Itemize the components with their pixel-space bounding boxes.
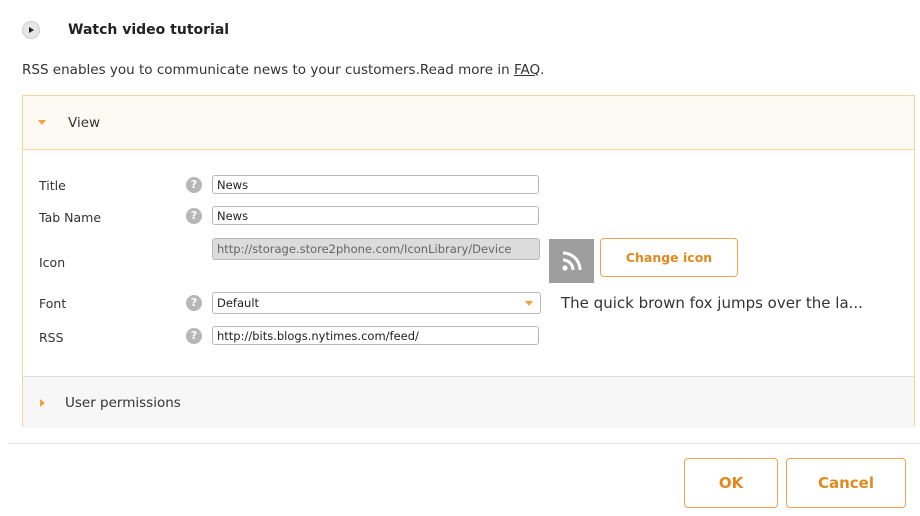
rss-url-input[interactable] — [212, 326, 539, 345]
video-tutorial-label[interactable]: Watch video tutorial — [68, 22, 229, 38]
help-icon[interactable]: ? — [186, 208, 202, 224]
rss-icon — [549, 239, 594, 283]
intro-sentence: RSS enables you to communicate news to y… — [22, 62, 514, 78]
icon-label: Icon — [39, 255, 66, 270]
settings-panel: View Title ? Tab Name ? Icon http://stor… — [22, 95, 915, 428]
intro-period: . — [540, 62, 545, 78]
font-select-value: Default — [217, 296, 260, 310]
intro-text: RSS enables you to communicate news to y… — [22, 62, 544, 78]
tab-name-label: Tab Name — [39, 210, 102, 225]
help-icon[interactable]: ? — [186, 295, 202, 311]
footer-divider — [8, 443, 920, 444]
help-icon[interactable]: ? — [186, 328, 202, 344]
help-icon[interactable]: ? — [186, 177, 202, 193]
view-section-header[interactable]: View — [23, 96, 914, 150]
tab-name-input[interactable] — [212, 206, 539, 225]
chevron-down-icon — [38, 120, 46, 125]
font-select[interactable]: Default — [212, 292, 541, 314]
font-preview-text: The quick brown fox jumps over the la... — [561, 294, 863, 312]
rss-label: RSS — [39, 330, 64, 345]
title-input[interactable] — [212, 175, 539, 194]
title-label: Title — [39, 178, 66, 193]
chevron-right-icon — [40, 398, 45, 407]
chevron-down-icon — [525, 301, 533, 306]
play-icon[interactable] — [22, 21, 40, 39]
icon-url-field[interactable]: http://storage.store2phone.com/IconLibra… — [212, 238, 540, 260]
user-permissions-header[interactable]: User permissions — [23, 376, 914, 428]
video-tutorial-link[interactable]: Watch video tutorial — [22, 18, 229, 42]
view-section-label: View — [68, 114, 101, 131]
faq-link[interactable]: FAQ — [514, 62, 540, 78]
ok-button[interactable]: OK — [684, 458, 778, 508]
change-icon-button[interactable]: Change icon — [600, 238, 738, 277]
font-label: Font — [39, 296, 67, 311]
user-permissions-label: User permissions — [65, 394, 181, 411]
cancel-button[interactable]: Cancel — [786, 458, 906, 508]
